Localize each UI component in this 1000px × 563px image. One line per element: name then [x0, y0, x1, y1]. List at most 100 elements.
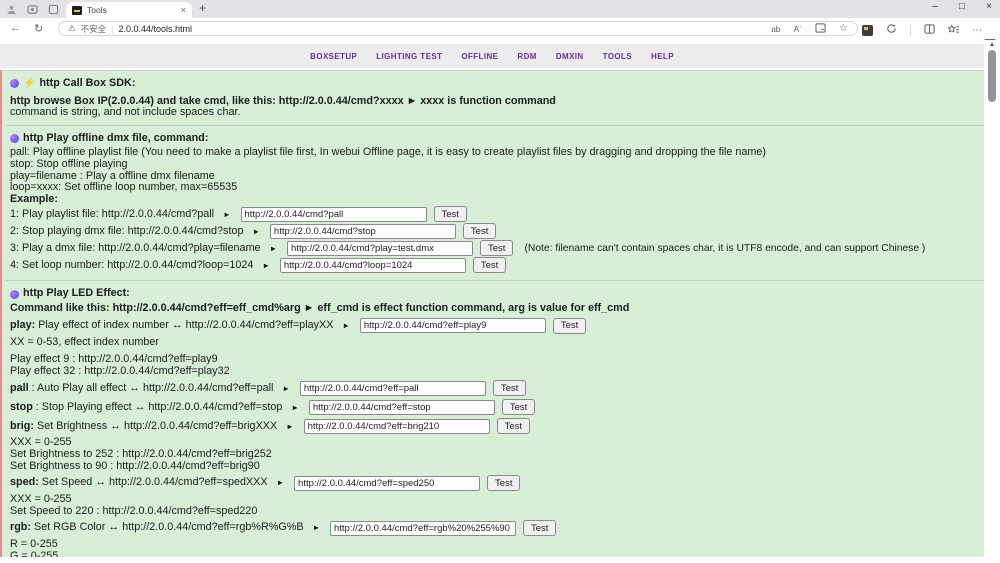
arrow-right-icon: ►	[270, 243, 277, 255]
new-tab-button[interactable]: +	[199, 1, 206, 15]
maximize-button[interactable]: □	[957, 1, 967, 12]
tab-title: Tools	[87, 5, 176, 15]
minimize-button[interactable]: –	[930, 1, 940, 12]
cmd-keyword: rgb:	[10, 521, 31, 533]
test-button[interactable]: Test	[434, 206, 467, 222]
command-row: 2: Stop playing dmx file: http://2.0.0.4…	[8, 223, 984, 239]
test-button[interactable]: Test	[523, 520, 556, 536]
back-icon[interactable]: ←	[10, 22, 21, 34]
browser-tab-tools[interactable]: Tools ×	[66, 2, 192, 18]
cmd-url-input[interactable]	[309, 400, 495, 415]
command-row: 1: Play playlist file: http://2.0.0.44/c…	[8, 206, 984, 222]
cmd-label: play: Play effect of index number ↔ http…	[10, 320, 333, 332]
tab-favicon	[72, 6, 82, 15]
cmd-label: rgb: Set RGB Color ↔ http://2.0.0.44/cmd…	[10, 522, 304, 534]
section-bullet-icon	[10, 134, 19, 143]
command-row: stop : Stop Playing effect ↔ http://2.0.…	[8, 399, 984, 415]
cmd-url-input[interactable]	[270, 224, 456, 239]
cmd-note: (Note: filename can't contain spaces cha…	[524, 243, 925, 255]
tab-actions-icon[interactable]	[48, 4, 59, 15]
not-secure-warning-icon: ⚠	[68, 23, 76, 34]
page-content: ⚡http Call Box SDK:http browse Box IP(2.…	[0, 70, 984, 557]
doc-line: R = 0-255	[8, 539, 984, 551]
heading-text: http Call Box SDK:	[39, 78, 135, 90]
section: http Play offline dmx file, command: pall…	[6, 126, 984, 282]
arrow-right-icon: ►	[282, 383, 289, 395]
arrow-right-icon: ►	[286, 421, 293, 433]
test-button[interactable]: Test	[553, 318, 586, 334]
cmd-url-input[interactable]	[300, 381, 486, 396]
vertical-scrollbar[interactable]: ▲	[984, 40, 1000, 563]
cmd-url-input[interactable]	[360, 318, 546, 333]
cmd-url-input[interactable]	[294, 476, 480, 491]
doc-line: stop: Stop offline playing	[8, 159, 984, 171]
copilot-icon[interactable]	[886, 21, 897, 39]
address-bar[interactable]: ⚠ 不安全 | 2.0.0.44/tools.html ab Aʾ ☆	[58, 21, 858, 36]
nav-link-dmxin[interactable]: DMXIN	[556, 52, 584, 61]
cmd-url-input[interactable]	[280, 258, 466, 273]
test-button[interactable]: Test	[497, 418, 530, 434]
split-screen-icon[interactable]	[924, 21, 935, 39]
doc-line: XX = 0-53, effect index number	[8, 337, 984, 349]
heading-text: http Play LED Effect:	[23, 288, 130, 300]
arrow-right-icon: ►	[262, 260, 269, 272]
doc-line: Command like this: http://2.0.0.44/cmd?e…	[8, 303, 984, 315]
section: http Play LED Effect: Command like this: …	[6, 281, 984, 557]
reading-list-icon[interactable]	[815, 23, 826, 35]
doc-line-bold: Example:	[10, 193, 58, 205]
cmd-url-input[interactable]	[304, 419, 490, 434]
scrollbar-thumb[interactable]	[988, 50, 996, 102]
profile-icon[interactable]	[6, 4, 17, 15]
test-button[interactable]: Test	[463, 223, 496, 239]
cmd-keyword: stop	[10, 401, 33, 413]
refresh-icon[interactable]: ↻	[34, 22, 43, 35]
collections-icon[interactable]	[948, 21, 959, 39]
command-row: rgb: Set RGB Color ↔ http://2.0.0.44/cmd…	[8, 520, 984, 536]
doc-line: pall: Play offline playlist file (You ne…	[8, 147, 984, 159]
section-heading: ⚡http Call Box SDK:	[8, 78, 984, 90]
close-button[interactable]: ×	[984, 1, 994, 12]
arrow-right-icon: ►	[342, 320, 349, 332]
section-heading: http Play offline dmx file, command:	[8, 133, 984, 145]
workspaces-icon[interactable]	[27, 4, 38, 15]
favorite-star-icon[interactable]: ☆	[839, 23, 848, 34]
arrow-right-icon: ►	[291, 402, 298, 414]
nav-link-help[interactable]: HELP	[651, 52, 674, 61]
test-button[interactable]: Test	[473, 257, 506, 273]
test-button[interactable]: Test	[487, 475, 520, 491]
cmd-url-input[interactable]	[330, 521, 516, 536]
arrow-right-icon: ►	[223, 209, 230, 221]
cmd-url-input[interactable]	[241, 207, 427, 222]
cmd-url-input[interactable]	[287, 241, 473, 256]
find-on-page-icon[interactable]: ab	[771, 24, 780, 34]
nav-link-lighting-test[interactable]: LIGHTING TEST	[376, 52, 442, 61]
browser-toolbar: ← ↻ ⚠ 不安全 | 2.0.0.44/tools.html ab Aʾ ☆ …	[0, 18, 1000, 40]
url-text: 2.0.0.44/tools.html	[118, 24, 192, 34]
command-row: pall : Auto Play all effect ↔ http://2.0…	[8, 380, 984, 396]
doc-line: Play effect 9 : http://2.0.0.44/cmd?eff=…	[8, 354, 984, 366]
toolbar-divider	[910, 25, 911, 36]
scroll-up-icon[interactable]: ▲	[984, 41, 1000, 48]
nav-link-rdm[interactable]: RDM	[517, 52, 536, 61]
nav-link-offline[interactable]: OFFLINE	[461, 52, 498, 61]
overflow-menu-icon[interactable]: ⋯	[972, 25, 982, 36]
arrow-right-icon: ►	[313, 522, 320, 534]
nav-link-boxsetup[interactable]: BOXSETUP	[310, 52, 357, 61]
test-button[interactable]: Test	[493, 380, 526, 396]
doc-line: XXX = 0-255	[8, 494, 984, 506]
cmd-keyword: sped:	[10, 476, 39, 488]
browser-essentials-icon[interactable]	[862, 25, 873, 36]
test-button[interactable]: Test	[502, 399, 535, 415]
test-button[interactable]: Test	[480, 240, 513, 256]
read-aloud-icon[interactable]: Aʾ	[794, 24, 803, 34]
cmd-label: stop : Stop Playing effect ↔ http://2.0.…	[10, 402, 282, 414]
command-row: 4: Set loop number: http://2.0.0.44/cmd?…	[8, 257, 984, 273]
cmd-label: pall : Auto Play all effect ↔ http://2.0…	[10, 383, 273, 395]
tab-close-icon[interactable]: ×	[181, 5, 186, 15]
doc-line: Set Brightness to 90 : http://2.0.0.44/c…	[8, 461, 984, 473]
cmd-label: sped: Set Speed ↔ http://2.0.0.44/cmd?ef…	[10, 477, 268, 489]
cmd-label: 4: Set loop number: http://2.0.0.44/cmd?…	[10, 260, 253, 272]
cmd-label: 2: Stop playing dmx file: http://2.0.0.4…	[10, 226, 243, 238]
nav-link-tools[interactable]: TOOLS	[603, 52, 632, 61]
cmd-label: 1: Play playlist file: http://2.0.0.44/c…	[10, 209, 214, 221]
